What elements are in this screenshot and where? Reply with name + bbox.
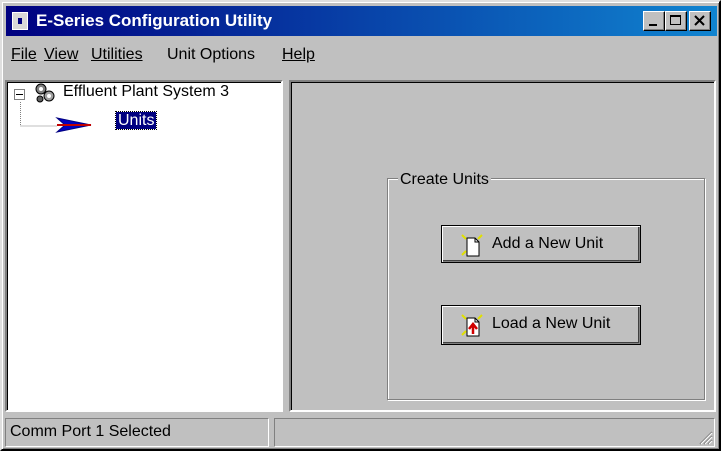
- gears-icon: [35, 83, 55, 103]
- tree-item-units[interactable]: Units: [114, 111, 158, 130]
- new-document-icon: [461, 234, 483, 257]
- tree-item-root[interactable]: Effluent Plant System 3: [63, 83, 229, 101]
- close-icon: [694, 15, 705, 26]
- menu-view-label: View: [44, 46, 79, 63]
- add-new-unit-button[interactable]: Add a New Unit: [441, 225, 641, 263]
- menu-file-label: File: [11, 46, 37, 63]
- status-panel-main: Comm Port 1 Selected: [5, 418, 269, 447]
- window-title: E-Series Configuration Utility: [36, 11, 273, 30]
- tree-connectors: [20, 102, 57, 127]
- create-units-group: [387, 178, 705, 400]
- resize-grip-icon[interactable]: [697, 429, 713, 445]
- minimize-icon: [649, 24, 657, 26]
- menu-help-label: Help: [282, 46, 315, 63]
- arrow-icon: [55, 117, 92, 133]
- menu-file[interactable]: File: [11, 46, 37, 64]
- menu-help[interactable]: Help: [282, 46, 315, 64]
- menu-view[interactable]: View: [44, 46, 78, 64]
- menu-unit-options[interactable]: Unit Options: [167, 46, 255, 64]
- status-text: Comm Port 1 Selected: [10, 423, 171, 440]
- load-document-icon: [461, 314, 483, 337]
- tree-item-units-label: Units: [114, 111, 158, 130]
- app-icon[interactable]: [12, 12, 28, 30]
- minimize-button[interactable]: [643, 11, 665, 31]
- status-bar: Comm Port 1 Selected: [4, 418, 715, 447]
- load-new-unit-button[interactable]: Load a New Unit: [441, 305, 641, 345]
- tree-view[interactable]: Effluent Plant System 3 Units: [5, 80, 283, 412]
- load-new-unit-label: Load a New Unit: [492, 315, 611, 332]
- title-bar[interactable]: E-Series Configuration Utility: [6, 6, 717, 36]
- menu-utilities-label: Utilities: [91, 46, 143, 63]
- create-units-group-label: Create Units: [398, 171, 491, 189]
- menu-unit-options-label: Unit Options: [167, 46, 256, 63]
- tree-expander-root[interactable]: [14, 89, 25, 100]
- maximize-button[interactable]: [665, 11, 687, 31]
- close-button[interactable]: [689, 11, 711, 31]
- menu-utilities[interactable]: Utilities: [91, 46, 143, 64]
- status-panel-secondary: [274, 418, 715, 447]
- maximize-icon: [670, 15, 681, 25]
- add-new-unit-label: Add a New Unit: [492, 235, 604, 252]
- menu-bar: File View Utilities Unit Options Help: [4, 46, 715, 70]
